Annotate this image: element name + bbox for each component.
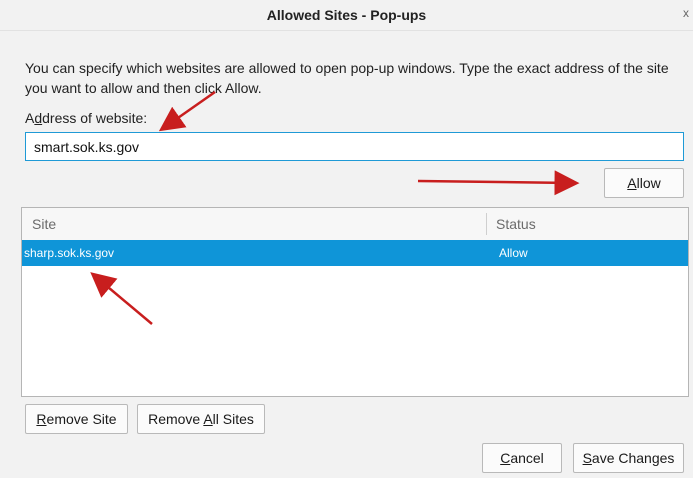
- remove-all-sites-label: Remove All Sites: [148, 411, 254, 427]
- address-input[interactable]: [25, 132, 684, 161]
- column-header-site[interactable]: Site: [32, 216, 56, 232]
- allow-button[interactable]: Allow: [604, 168, 684, 198]
- cancel-label: Cancel: [500, 450, 544, 466]
- remove-site-button[interactable]: Remove Site: [25, 404, 128, 434]
- sites-table[interactable]: Site Status sharp.sok.ks.gov Allow: [21, 207, 689, 397]
- dialog-titlebar: Allowed Sites - Pop-ups x: [0, 0, 693, 31]
- address-label-text: Address of website:: [25, 110, 148, 126]
- dialog-title: Allowed Sites - Pop-ups: [266, 7, 427, 23]
- close-icon[interactable]: x: [683, 6, 689, 20]
- save-changes-label: Save Changes: [582, 450, 675, 466]
- column-divider[interactable]: [486, 213, 487, 235]
- row-status-cell: Allow: [499, 246, 528, 260]
- allow-button-label: Allow: [627, 175, 661, 191]
- table-row[interactable]: sharp.sok.ks.gov Allow: [22, 240, 688, 266]
- row-site-cell: sharp.sok.ks.gov: [24, 246, 115, 260]
- save-changes-button[interactable]: Save Changes: [573, 443, 684, 473]
- cancel-button[interactable]: Cancel: [482, 443, 562, 473]
- dialog-description: You can specify which websites are allow…: [25, 60, 669, 96]
- address-label: Address of website:: [25, 110, 147, 126]
- remove-site-label: Remove Site: [36, 411, 117, 427]
- remove-all-sites-button[interactable]: Remove All Sites: [137, 404, 265, 434]
- column-header-status[interactable]: Status: [496, 216, 536, 232]
- table-header: Site Status: [22, 208, 688, 241]
